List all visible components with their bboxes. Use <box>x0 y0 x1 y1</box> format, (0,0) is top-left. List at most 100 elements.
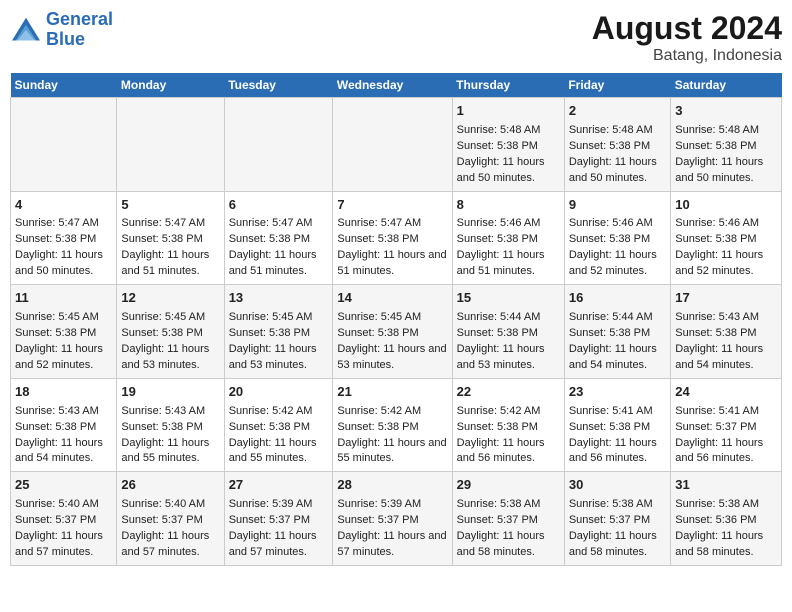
sunset-text: Sunset: 5:38 PM <box>337 232 447 248</box>
daylight-text: Daylight: 11 hours and 54 minutes. <box>569 342 666 374</box>
daylight-text: Daylight: 11 hours and 54 minutes. <box>675 342 777 374</box>
sunrise-text: Sunrise: 5:41 AM <box>675 404 777 420</box>
calendar-header-row: Sunday Monday Tuesday Wednesday Thursday… <box>11 73 782 98</box>
daylight-text: Daylight: 11 hours and 55 minutes. <box>337 436 447 468</box>
daylight-text: Daylight: 11 hours and 57 minutes. <box>229 529 329 561</box>
day-number: 1 <box>457 102 560 121</box>
sunrise-text: Sunrise: 5:47 AM <box>337 216 447 232</box>
sunrise-text: Sunrise: 5:45 AM <box>229 310 329 326</box>
sunset-text: Sunset: 5:38 PM <box>457 420 560 436</box>
calendar-subtitle: Batang, Indonesia <box>592 47 782 65</box>
calendar-cell: 19Sunrise: 5:43 AMSunset: 5:38 PMDayligh… <box>117 378 224 472</box>
sunrise-text: Sunrise: 5:45 AM <box>337 310 447 326</box>
day-number: 20 <box>229 383 329 402</box>
calendar-cell: 9Sunrise: 5:46 AMSunset: 5:38 PMDaylight… <box>564 191 670 285</box>
sunrise-text: Sunrise: 5:39 AM <box>337 497 447 513</box>
daylight-text: Daylight: 11 hours and 52 minutes. <box>15 342 112 374</box>
daylight-text: Daylight: 11 hours and 57 minutes. <box>15 529 112 561</box>
calendar-cell: 6Sunrise: 5:47 AMSunset: 5:38 PMDaylight… <box>224 191 333 285</box>
day-number: 29 <box>457 476 560 495</box>
sunset-text: Sunset: 5:38 PM <box>569 420 666 436</box>
daylight-text: Daylight: 11 hours and 53 minutes. <box>229 342 329 374</box>
day-number: 9 <box>569 196 666 215</box>
calendar-cell: 24Sunrise: 5:41 AMSunset: 5:37 PMDayligh… <box>671 378 782 472</box>
calendar-cell <box>224 98 333 192</box>
sunset-text: Sunset: 5:38 PM <box>121 420 219 436</box>
calendar-cell: 1Sunrise: 5:48 AMSunset: 5:38 PMDaylight… <box>452 98 564 192</box>
daylight-text: Daylight: 11 hours and 51 minutes. <box>229 248 329 280</box>
calendar-cell: 4Sunrise: 5:47 AMSunset: 5:38 PMDaylight… <box>11 191 117 285</box>
sunset-text: Sunset: 5:37 PM <box>15 513 112 529</box>
sunset-text: Sunset: 5:38 PM <box>337 326 447 342</box>
day-number: 3 <box>675 102 777 121</box>
logo-text: General Blue <box>46 10 113 50</box>
sunrise-text: Sunrise: 5:38 AM <box>569 497 666 513</box>
sunrise-text: Sunrise: 5:43 AM <box>675 310 777 326</box>
day-number: 27 <box>229 476 329 495</box>
daylight-text: Daylight: 11 hours and 50 minutes. <box>457 155 560 187</box>
sunset-text: Sunset: 5:37 PM <box>675 420 777 436</box>
daylight-text: Daylight: 11 hours and 54 minutes. <box>15 436 112 468</box>
calendar-cell: 18Sunrise: 5:43 AMSunset: 5:38 PMDayligh… <box>11 378 117 472</box>
header-wednesday: Wednesday <box>333 73 452 98</box>
sunrise-text: Sunrise: 5:48 AM <box>569 123 666 139</box>
sunrise-text: Sunrise: 5:42 AM <box>229 404 329 420</box>
sunrise-text: Sunrise: 5:42 AM <box>457 404 560 420</box>
sunrise-text: Sunrise: 5:45 AM <box>121 310 219 326</box>
calendar-cell: 10Sunrise: 5:46 AMSunset: 5:38 PMDayligh… <box>671 191 782 285</box>
calendar-cell: 12Sunrise: 5:45 AMSunset: 5:38 PMDayligh… <box>117 285 224 379</box>
logo-icon <box>10 16 42 44</box>
sunset-text: Sunset: 5:38 PM <box>121 232 219 248</box>
sunrise-text: Sunrise: 5:47 AM <box>121 216 219 232</box>
sunset-text: Sunset: 5:37 PM <box>569 513 666 529</box>
sunrise-text: Sunrise: 5:43 AM <box>15 404 112 420</box>
day-number: 28 <box>337 476 447 495</box>
daylight-text: Daylight: 11 hours and 50 minutes. <box>675 155 777 187</box>
day-number: 16 <box>569 289 666 308</box>
day-number: 7 <box>337 196 447 215</box>
calendar-week-row: 4Sunrise: 5:47 AMSunset: 5:38 PMDaylight… <box>11 191 782 285</box>
calendar-cell: 7Sunrise: 5:47 AMSunset: 5:38 PMDaylight… <box>333 191 452 285</box>
day-number: 14 <box>337 289 447 308</box>
daylight-text: Daylight: 11 hours and 56 minutes. <box>457 436 560 468</box>
day-number: 22 <box>457 383 560 402</box>
daylight-text: Daylight: 11 hours and 55 minutes. <box>229 436 329 468</box>
daylight-text: Daylight: 11 hours and 58 minutes. <box>675 529 777 561</box>
sunrise-text: Sunrise: 5:38 AM <box>457 497 560 513</box>
title-block: August 2024 Batang, Indonesia <box>592 10 782 65</box>
daylight-text: Daylight: 11 hours and 53 minutes. <box>337 342 447 374</box>
sunrise-text: Sunrise: 5:40 AM <box>121 497 219 513</box>
day-number: 8 <box>457 196 560 215</box>
calendar-table: Sunday Monday Tuesday Wednesday Thursday… <box>10 73 782 566</box>
day-number: 17 <box>675 289 777 308</box>
day-number: 30 <box>569 476 666 495</box>
sunrise-text: Sunrise: 5:47 AM <box>229 216 329 232</box>
sunset-text: Sunset: 5:38 PM <box>229 420 329 436</box>
sunset-text: Sunset: 5:37 PM <box>457 513 560 529</box>
sunrise-text: Sunrise: 5:44 AM <box>457 310 560 326</box>
calendar-cell: 5Sunrise: 5:47 AMSunset: 5:38 PMDaylight… <box>117 191 224 285</box>
sunset-text: Sunset: 5:38 PM <box>229 232 329 248</box>
calendar-week-row: 11Sunrise: 5:45 AMSunset: 5:38 PMDayligh… <box>11 285 782 379</box>
day-number: 2 <box>569 102 666 121</box>
calendar-title: August 2024 <box>592 10 782 47</box>
calendar-cell: 14 Sunrise: 5:45 AMSunset: 5:38 PMDayligh… <box>333 285 452 379</box>
daylight-text: Daylight: 11 hours and 52 minutes. <box>569 248 666 280</box>
day-number: 31 <box>675 476 777 495</box>
daylight-text: Daylight: 11 hours and 58 minutes. <box>569 529 666 561</box>
calendar-cell: 21Sunrise: 5:42 AMSunset: 5:38 PMDayligh… <box>333 378 452 472</box>
sunrise-text: Sunrise: 5:42 AM <box>337 404 447 420</box>
calendar-cell <box>333 98 452 192</box>
day-number: 23 <box>569 383 666 402</box>
sunset-text: Sunset: 5:38 PM <box>675 139 777 155</box>
sunrise-text: Sunrise: 5:46 AM <box>569 216 666 232</box>
sunrise-text: Sunrise: 5:48 AM <box>675 123 777 139</box>
daylight-text: Daylight: 11 hours and 51 minutes. <box>121 248 219 280</box>
day-number: 18 <box>15 383 112 402</box>
sunrise-text: Sunrise: 5:41 AM <box>569 404 666 420</box>
day-number: 11 <box>15 289 112 308</box>
calendar-cell: 22 Sunrise: 5:42 AMSunset: 5:38 PMDayligh… <box>452 378 564 472</box>
day-number: 26 <box>121 476 219 495</box>
day-number: 13 <box>229 289 329 308</box>
sunset-text: Sunset: 5:38 PM <box>569 326 666 342</box>
